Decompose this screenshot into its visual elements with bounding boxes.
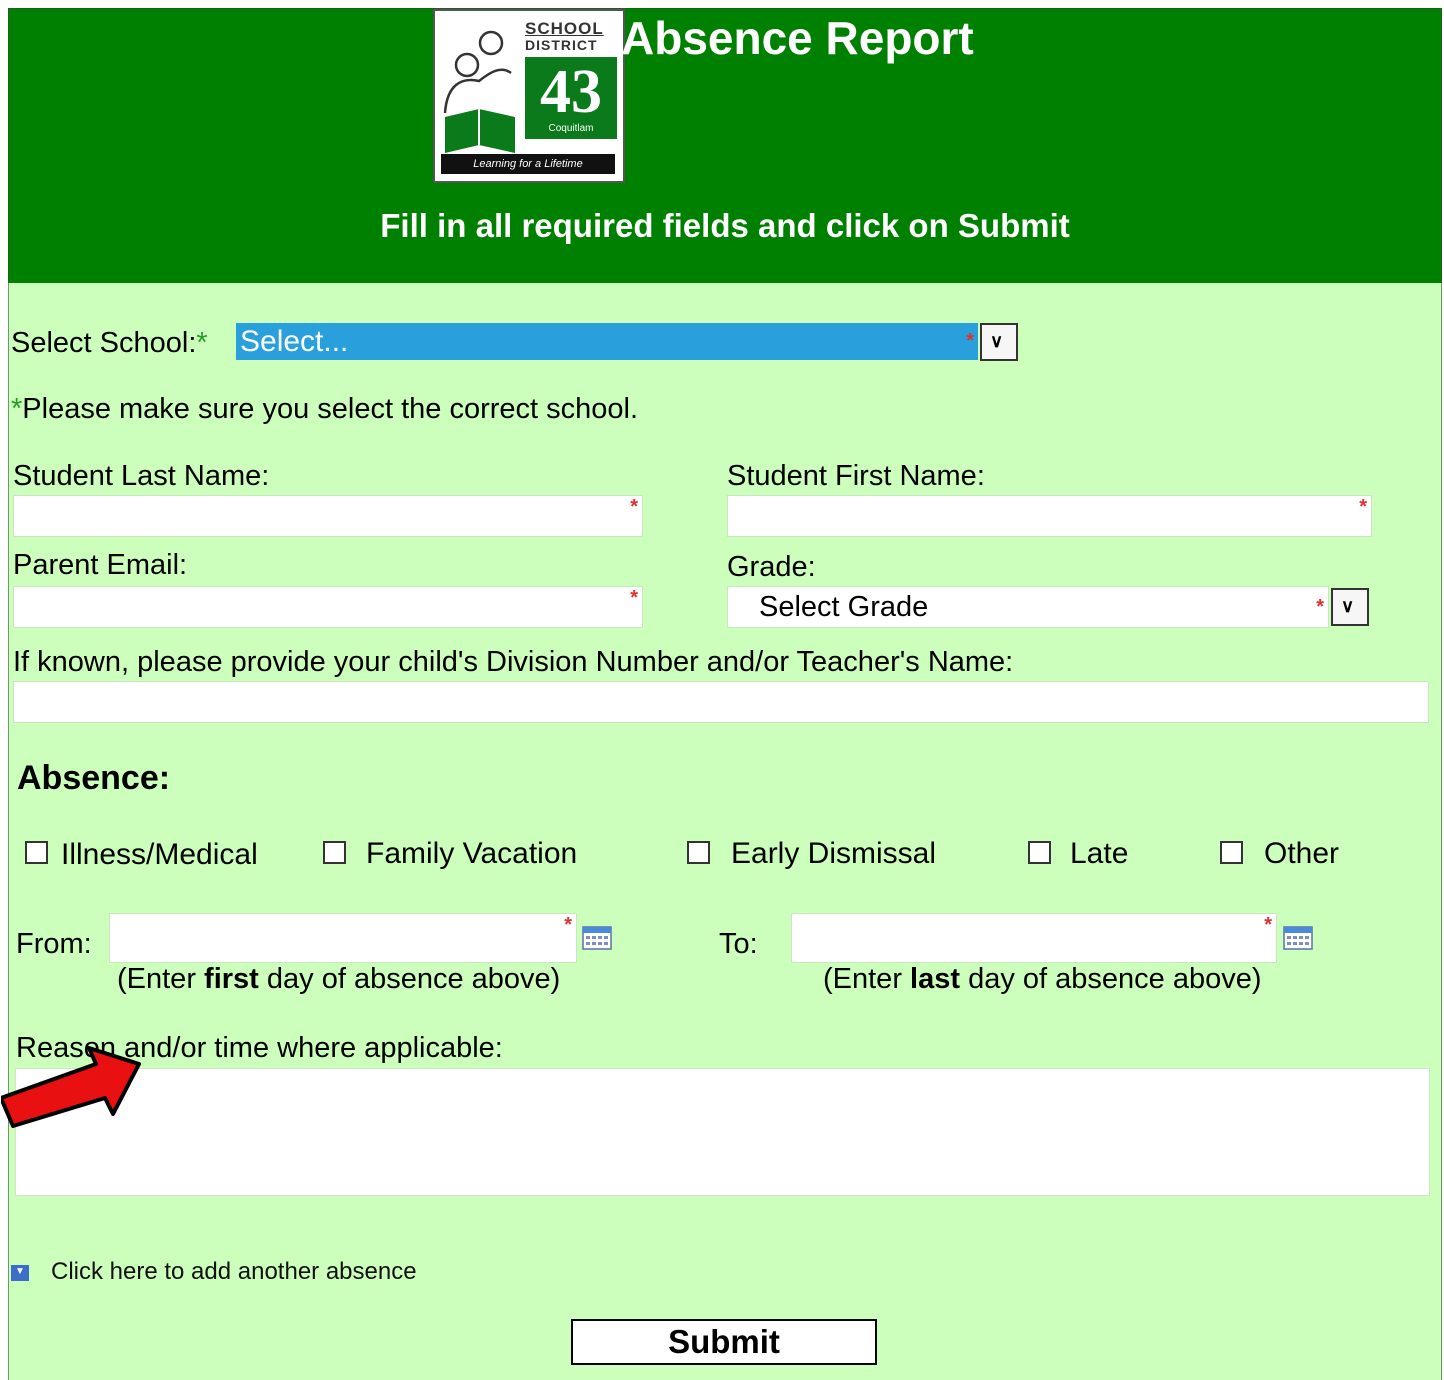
late-checkbox[interactable] — [1028, 841, 1051, 864]
required-marker: * — [196, 327, 208, 359]
school-label: Select School:* — [11, 327, 208, 360]
to-label: To: — [719, 928, 758, 960]
reason-textarea[interactable] — [15, 1068, 1430, 1196]
first-name-label: Student First Name: — [727, 460, 985, 492]
add-another-absence-link[interactable]: Click here to add another absence — [51, 1258, 417, 1286]
from-date-input[interactable]: * — [109, 913, 577, 963]
last-name-input[interactable]: * — [13, 495, 643, 537]
required-star: * — [564, 914, 572, 936]
header: SCHOOL DISTRICT 43 Coquitlam Learning fo… — [8, 8, 1442, 285]
calendar-icon[interactable] — [582, 926, 612, 950]
to-hint-bold: last — [910, 963, 961, 995]
other-checkbox[interactable] — [1220, 841, 1243, 864]
from-label: From: — [16, 928, 92, 960]
logo-motto: Learning for a Lifetime — [441, 154, 615, 174]
family-vacation-checkbox[interactable] — [323, 841, 346, 864]
absence-heading: Absence: — [17, 759, 171, 797]
school-note: *Please make sure you select the correct… — [11, 393, 638, 426]
expand-down-icon[interactable]: ▼ — [11, 1265, 29, 1281]
family-vacation-label: Family Vacation — [366, 837, 578, 870]
chevron-down-icon: ∨ — [990, 331, 1004, 351]
school-note-text: Please make sure you select the correct … — [22, 393, 639, 425]
grade-label: Grade: — [727, 551, 816, 583]
illness-checkbox[interactable] — [25, 841, 48, 864]
from-hint: (Enter first day of absence above) — [117, 963, 560, 996]
to-date-input[interactable]: * — [791, 913, 1277, 963]
page-title: Absence Report — [621, 12, 974, 64]
red-arrow-annotation — [1, 1046, 141, 1128]
from-hint-pre: (Enter — [117, 963, 205, 995]
last-name-label: Student Last Name: — [13, 460, 270, 492]
division-teacher-input[interactable] — [13, 681, 1429, 723]
chevron-down-icon: ∨ — [1341, 596, 1355, 616]
form-body: Select School:* Select... * ∨ *Please ma… — [1, 283, 1442, 1380]
late-label: Late — [1070, 837, 1129, 870]
illness-label: Illness/Medical — [61, 838, 258, 871]
first-name-input[interactable]: * — [727, 495, 1372, 537]
to-hint-post: day of absence above) — [960, 963, 1262, 995]
logo-district-number: 43 — [540, 58, 602, 126]
required-star: * — [630, 587, 638, 609]
absence-report-page: SCHOOL DISTRICT 43 Coquitlam Learning fo… — [1, 8, 1442, 1380]
calendar-icon[interactable] — [1283, 926, 1313, 950]
school-district-logo: SCHOOL DISTRICT 43 Coquitlam Learning fo… — [433, 9, 625, 183]
required-marker: * — [11, 393, 23, 425]
school-label-text: Select School: — [11, 327, 197, 359]
school-select-value: Select... — [240, 325, 349, 358]
logo-number-box: 43 Coquitlam — [525, 57, 617, 139]
early-dismissal-checkbox[interactable] — [687, 841, 710, 864]
required-star: * — [1264, 914, 1272, 936]
email-label: Parent Email: — [13, 549, 188, 581]
family-reading-icon — [443, 30, 515, 153]
logo-district-text: DISTRICT — [525, 37, 598, 53]
required-star: * — [966, 330, 974, 352]
grade-dropdown-button[interactable]: ∨ — [1331, 588, 1369, 626]
to-hint: (Enter last day of absence above) — [823, 963, 1262, 996]
logo-school-text: SCHOOL — [525, 19, 604, 38]
required-star: * — [1359, 496, 1367, 518]
to-hint-pre: (Enter — [823, 963, 911, 995]
form-instructions: Fill in all required fields and click on… — [380, 207, 1070, 244]
other-label: Other — [1264, 837, 1340, 870]
grade-select[interactable]: Select Grade * — [727, 586, 1329, 628]
submit-button[interactable]: Submit — [571, 1319, 877, 1365]
parent-email-input[interactable]: * — [13, 586, 643, 628]
early-dismissal-label: Early Dismissal — [731, 837, 937, 870]
logo-city: Coquitlam — [548, 123, 594, 134]
from-hint-post: day of absence above) — [258, 963, 561, 995]
division-label: If known, please provide your child's Di… — [13, 646, 1014, 678]
required-star: * — [1316, 596, 1324, 618]
required-star: * — [630, 496, 638, 518]
from-hint-bold: first — [204, 963, 259, 995]
school-dropdown-button[interactable]: ∨ — [980, 323, 1018, 361]
school-select[interactable]: Select... * — [236, 323, 978, 360]
grade-select-value: Select Grade — [759, 591, 929, 623]
